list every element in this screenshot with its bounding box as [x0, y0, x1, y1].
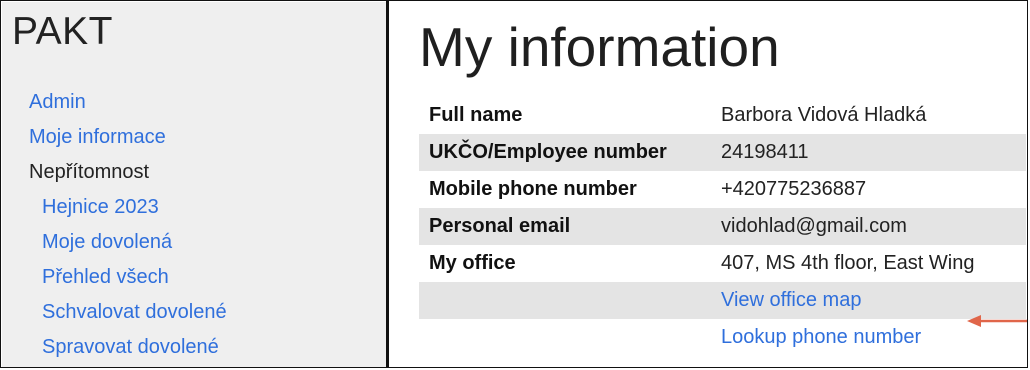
page-title: My information	[419, 16, 780, 78]
sidebar-item-moje-dovolena[interactable]: Moje dovolená	[29, 225, 227, 260]
row-key: My office	[429, 252, 516, 274]
info-table: Full name Barbora Vidová Hladká UKČO/Emp…	[419, 97, 1026, 356]
lookup-phone-number-link[interactable]: Lookup phone number	[721, 326, 921, 348]
row-value: vidohlad@gmail.com	[711, 208, 1026, 245]
sidebar-item-admin[interactable]: Admin	[29, 85, 227, 120]
table-row: UKČO/Employee number 24198411	[419, 134, 1026, 171]
sidebar-item-prehled-vsech[interactable]: Přehled všech	[29, 260, 227, 295]
app-window: PAKT Admin Moje informace Nepřítomnost H…	[0, 0, 1028, 368]
table-row: Personal email vidohlad@gmail.com	[419, 208, 1026, 245]
row-key-empty	[419, 282, 711, 319]
sidebar-nav: Admin Moje informace Nepřítomnost Hejnic…	[29, 85, 227, 365]
row-value: Barbora Vidová Hladká	[721, 104, 927, 126]
arrow-left-icon	[967, 315, 1027, 327]
sidebar-section-nepritomnost: Nepřítomnost	[29, 161, 150, 183]
sidebar: PAKT Admin Moje informace Nepřítomnost H…	[2, 2, 386, 367]
table-row: Mobile phone number +420775236887	[419, 171, 1026, 208]
table-row: Full name Barbora Vidová Hladká	[419, 97, 1026, 134]
table-row: My office 407, MS 4th floor, East Wing	[419, 245, 1026, 282]
row-value: +420775236887	[721, 178, 867, 200]
main-content: My information Full name Barbora Vidová …	[389, 2, 1026, 366]
sidebar-item-schvalovat-dovolene[interactable]: Schvalovat dovolené	[29, 295, 227, 330]
sidebar-item-hejnice-2023[interactable]: Hejnice 2023	[29, 190, 227, 225]
row-key: Personal email	[419, 208, 711, 245]
sidebar-item-moje-informace[interactable]: Moje informace	[29, 120, 227, 155]
row-value: 407, MS 4th floor, East Wing	[721, 252, 975, 274]
row-key: Mobile phone number	[429, 178, 637, 200]
row-key-empty	[419, 319, 711, 356]
table-row: View office map	[419, 282, 1026, 319]
app-logo: PAKT	[12, 10, 113, 53]
view-office-map-link[interactable]: View office map	[721, 289, 861, 311]
sidebar-item-spravovat-dovolene[interactable]: Spravovat dovolené	[29, 330, 227, 365]
row-key: UKČO/Employee number	[419, 134, 711, 171]
table-row: Lookup phone number	[419, 319, 1026, 356]
row-value: 24198411	[711, 134, 1026, 171]
row-key: Full name	[429, 104, 523, 126]
